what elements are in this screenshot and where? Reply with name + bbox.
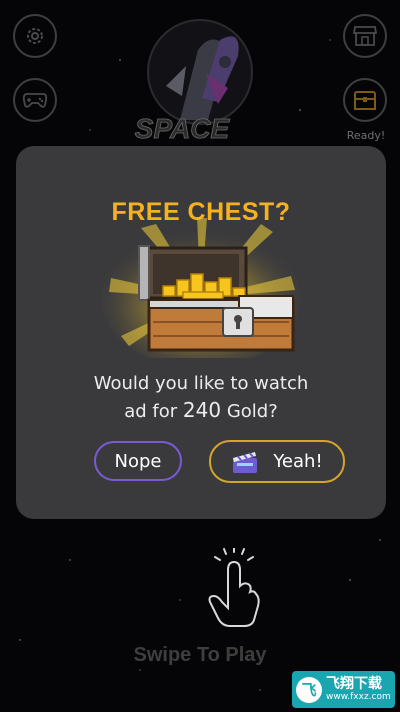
- yeah-button[interactable]: Yeah!: [209, 440, 345, 483]
- logo-title: SPACE: [135, 113, 231, 144]
- swipe-hand-icon: [208, 548, 260, 627]
- message-line-1: Would you like to watch: [93, 373, 309, 394]
- video-ad-icon: [233, 451, 258, 473]
- nope-label: Nope: [114, 450, 162, 472]
- free-chest-dialog: FREE CHEST? Would you like to watch ad f…: [16, 146, 386, 519]
- yeah-label: Yeah!: [273, 451, 323, 472]
- treasure-chest-illustration: [101, 218, 301, 358]
- shop-button[interactable]: [343, 14, 387, 58]
- shop-icon: [352, 26, 378, 46]
- watermark-url: www.fxxz.com: [326, 692, 391, 702]
- dialog-message: Would you like to watch ad for 240 Gold?: [16, 371, 386, 425]
- message-ad-for: ad for: [124, 401, 178, 422]
- gear-icon: [27, 28, 43, 44]
- chest-ready-label: Ready!: [346, 129, 386, 142]
- gamepad-icon: [22, 93, 48, 108]
- swipe-to-play-label: Swipe To Play: [133, 644, 267, 666]
- gold-amount: 240: [182, 398, 222, 422]
- watermark-logo-icon: 飞: [296, 676, 322, 703]
- message-gold: Gold?: [226, 401, 278, 422]
- nope-button[interactable]: Nope: [94, 441, 182, 481]
- chest-icon: [354, 91, 376, 110]
- game-logo: SPACE: [134, 19, 260, 156]
- message-line-2: ad for 240 Gold?: [16, 397, 386, 425]
- games-button[interactable]: [13, 78, 57, 122]
- settings-button[interactable]: [13, 14, 57, 58]
- watermark-title: 飞翔下载: [326, 676, 382, 692]
- free-chest-button[interactable]: [343, 78, 387, 122]
- site-watermark: 飞 飞翔下载 www.fxxz.com: [292, 671, 395, 708]
